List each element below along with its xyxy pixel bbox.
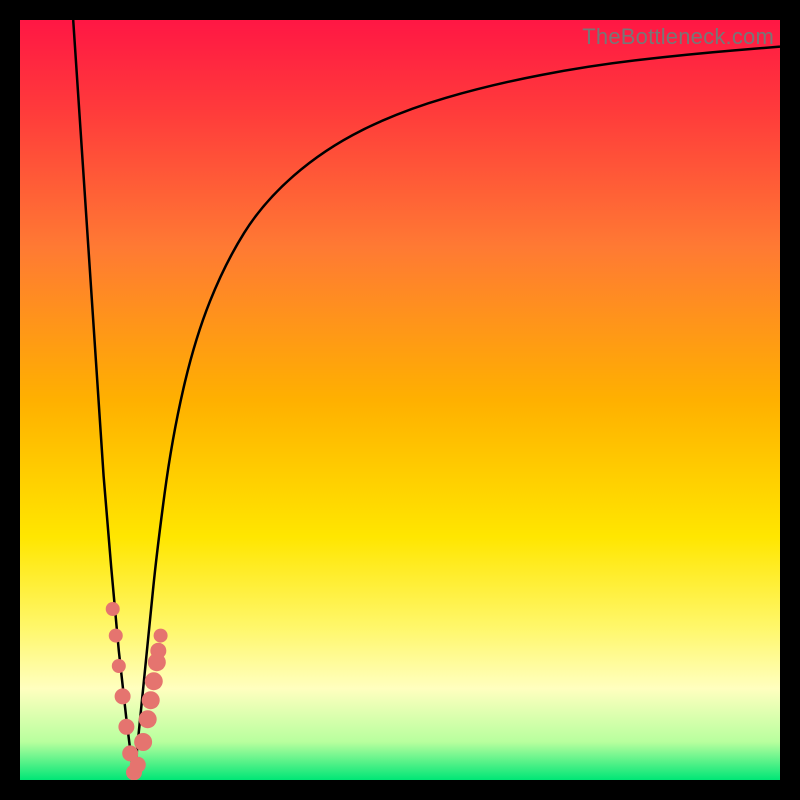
- scatter-point: [145, 672, 163, 690]
- scatter-group: [106, 602, 168, 780]
- scatter-point: [112, 659, 126, 673]
- scatter-point: [150, 643, 166, 659]
- scatter-point: [130, 757, 146, 773]
- scatter-point: [142, 691, 160, 709]
- scatter-point: [139, 710, 157, 728]
- scatter-point: [154, 629, 168, 643]
- plot-frame: [20, 20, 780, 780]
- scatter-point: [115, 688, 131, 704]
- scatter-point: [106, 602, 120, 616]
- plot-svg: [20, 20, 780, 780]
- watermark-text: TheBottleneck.com: [582, 24, 774, 50]
- scatter-point: [109, 629, 123, 643]
- scatter-point: [118, 719, 134, 735]
- curve-right: [134, 47, 780, 780]
- scatter-point: [134, 733, 152, 751]
